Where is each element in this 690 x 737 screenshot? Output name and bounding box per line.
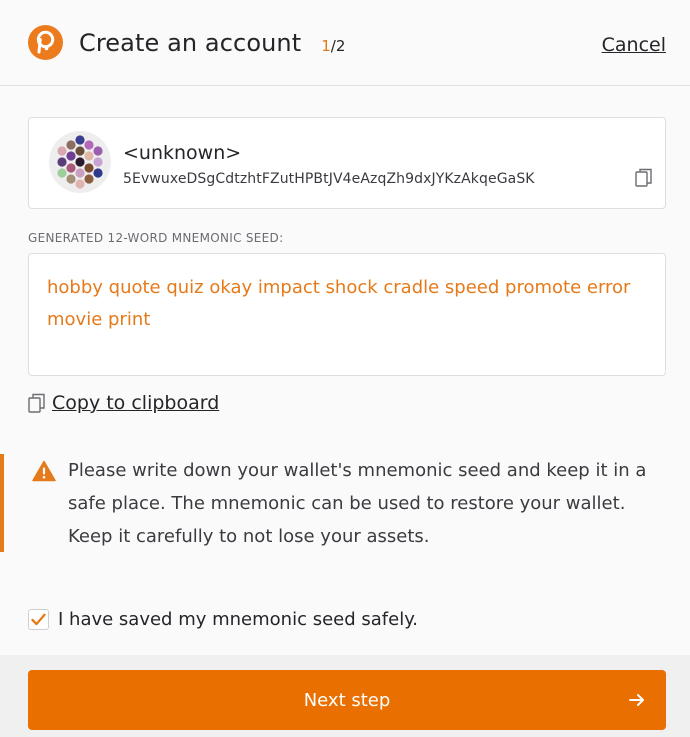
saved-confirmation-checkbox-row[interactable]: I have saved my mnemonic seed safely.: [28, 609, 418, 630]
mnemonic-seed-box: hobby quote quiz okay impact shock cradl…: [28, 253, 666, 376]
copy-icon[interactable]: [635, 168, 653, 188]
copy-to-clipboard-label: Copy to clipboard: [52, 392, 220, 414]
arrow-right-icon: [629, 694, 644, 706]
seed-label: GENERATED 12-WORD MNEMONIC SEED:: [28, 231, 284, 245]
copy-icon: [28, 393, 45, 413]
warning-accent-bar: [0, 454, 4, 552]
identicon-avatar: [49, 131, 111, 193]
copy-to-clipboard-button[interactable]: Copy to clipboard: [28, 392, 219, 414]
saved-confirmation-checkbox[interactable]: [28, 609, 49, 630]
next-step-button[interactable]: Next step: [28, 670, 666, 730]
saved-confirmation-label: I have saved my mnemonic seed safely.: [58, 609, 418, 630]
warning-message: Please write down your wallet's mnemonic…: [68, 460, 647, 547]
warning-triangle-icon: [32, 460, 56, 482]
polkadot-logo-icon: [28, 25, 63, 60]
account-address: 5EvwuxeDSgCdtzhtFZutHPBtJV4eAzqZh9dxJYKz…: [123, 171, 535, 187]
check-icon: [31, 613, 46, 626]
account-name: <unknown>: [123, 142, 242, 164]
account-card: <unknown> 5EvwuxeDSgCdtzhtFZutHPBtJV4eAz…: [28, 117, 666, 209]
header: Create an account 1/2 Cancel: [0, 0, 690, 86]
step-indicator: 1/2: [321, 37, 345, 55]
next-step-label: Next step: [303, 689, 391, 711]
step-total: /2: [330, 36, 346, 55]
step-current: 1: [321, 36, 331, 55]
cancel-link[interactable]: Cancel: [602, 34, 666, 56]
page-title: Create an account: [79, 28, 302, 57]
